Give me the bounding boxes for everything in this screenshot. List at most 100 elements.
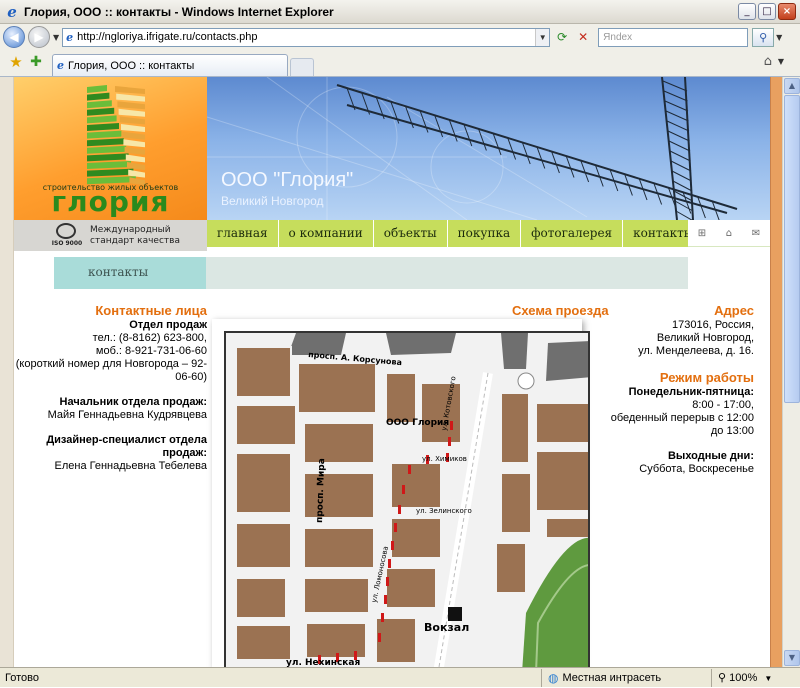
favorites-star-icon[interactable]: ★ [6,52,26,72]
nav-item-about[interactable]: о компании [279,220,374,247]
logo-name: глория [51,185,170,218]
zoom-control[interactable]: ⚲ 100% ▼ [711,668,800,687]
map-label-nehinskaya: ул. Нехинская [286,658,360,667]
map-block [235,452,292,514]
hours-heading: Режим работы [659,370,754,385]
weekdays-time: 8:00 - 17:00, [692,399,754,411]
home-icon[interactable]: ⌂ [726,228,732,239]
address-dropdown-icon[interactable]: ▼ [535,28,550,46]
lunch-break-end: до 13:00 [710,425,754,437]
ie-icon: e [7,2,17,21]
nav-item-purchase[interactable]: покупка [448,220,522,247]
tab-contacts[interactable]: e Глория, ООО :: контакты [52,54,288,76]
vertical-scrollbar[interactable]: ▲ ▼ [782,77,800,667]
scroll-down-icon[interactable]: ▼ [784,650,800,666]
nav-item-home[interactable]: главная [207,220,279,247]
map-block [545,517,588,539]
home-dropdown-icon[interactable]: ▼ [778,57,784,66]
search-icon[interactable]: ⚲ [752,27,775,47]
home-icon[interactable]: ⌂ [764,54,772,69]
add-favorites-icon[interactable]: ✚ [26,52,46,72]
map-label-vokzal: Вокзал [424,621,469,634]
forward-button[interactable]: ▶ [28,26,50,48]
search-dropdown-icon[interactable]: ▼ [776,33,782,42]
logo-stripe [87,100,112,109]
logo-stripe [87,168,134,177]
logo-stripe [119,116,145,125]
map-block-gray [546,341,588,381]
refresh-icon[interactable]: ⟳ [553,28,571,47]
scroll-thumb[interactable] [784,95,800,403]
weekend-title: Выходные дни: [667,450,754,462]
stop-icon[interactable]: ✕ [574,28,592,47]
back-button[interactable]: ◀ [3,26,25,48]
map-block [385,567,437,609]
logo-stripe [87,153,129,162]
map-block-gray [386,333,456,355]
logo-stripe [87,145,127,154]
route-arrow [398,505,401,514]
map-block [303,422,375,464]
company-name: ООО "Глория" [221,169,354,191]
logo-stripe [116,93,145,102]
logo-stripe [87,92,110,101]
map-canvas: просп. А. Корсунова ООО Глория ул. Химик… [224,331,590,667]
logo-stripe [87,107,115,116]
maximize-button[interactable]: □ [758,3,776,20]
sales-short-number: (короткий номер для Новгорода – 92-06-60… [15,358,207,383]
logo-stripe [87,123,119,131]
company-city: Великий Новгород [221,194,324,208]
globe-icon: ◍ [548,670,559,685]
weekdays-title: Понедельник-пятница: [628,386,754,398]
minimize-button[interactable]: _ [738,3,756,20]
route-arrow [381,613,384,622]
map-svg: просп. А. Корсунова ООО Глория ул. Химик… [226,333,588,667]
status-text: Готово [5,671,39,684]
logo-stripe [87,138,124,147]
designer-title: Дизайнер-специалист отдела продаж: [46,434,207,459]
nav-item-gallery[interactable]: фотогалерея [521,220,624,247]
contacts-heading: Контактные лица [95,303,207,318]
head-title: Начальник отдела продаж: [59,396,207,408]
route-arrow [388,559,391,568]
site-logo[interactable]: строительство жилых объектов глория [14,77,207,220]
scroll-up-icon[interactable]: ▲ [784,78,800,94]
logo-stripe [87,161,131,169]
close-button[interactable]: × [778,3,796,20]
nav-item-objects[interactable]: объекты [374,220,448,247]
iso-badge-text: ISO 9000 [51,239,83,247]
iso-block: ISO 9000 Международный стандарт качества [14,220,207,251]
new-tab-button[interactable] [290,58,314,76]
map-label-himikov: ул. Химиков [422,455,467,463]
iso-label-line1: Международный [90,224,171,235]
map-block [303,577,370,614]
map-block [235,577,287,619]
window-title: Глория, ООО :: контакты - Windows Intern… [24,4,334,19]
zoom-level[interactable]: 100% [729,672,757,684]
address-toolbar: ◀ ▶ ▼ e http://ngloriya.ifrigate.ru/cont… [0,24,800,50]
map-block [235,404,297,446]
sitemap-icon[interactable]: ⊞ [698,228,706,239]
logo-stripe [118,108,145,117]
url-text[interactable]: http://ngloriya.ifrigate.ru/contacts.php [77,31,535,43]
address-line3: ул. Менделеева, д. 16. [638,345,754,357]
contacts-column: Контактные лица Отдел продаж тел.: (8-81… [14,303,207,473]
route-arrow [386,577,389,586]
history-dropdown-icon[interactable]: ▼ [53,33,59,42]
tab-label: Глория, ООО :: контакты [68,59,195,72]
mail-icon[interactable]: ✉ [752,228,760,239]
logo-stripe [117,101,145,110]
zoom-dropdown-icon[interactable]: ▼ [764,674,772,683]
lunch-break: обеденный перерыв с 12:00 [610,412,754,424]
page-viewport: строительство жилых объектов глория ISO … [0,77,800,667]
zoom-icon: ⚲ [718,671,730,684]
iso-label-line2: стандарт качества [90,235,180,246]
address-line2: Великий Новгород, [656,332,754,344]
iso-badge-icon: ISO 9000 [48,222,86,249]
address-column: Адрес 173016, Россия, Великий Новгород, … [610,303,754,476]
map-block [390,517,442,559]
map-block [500,392,530,464]
map-label-zelinskogo: ул. Зелинского [416,507,472,515]
address-field[interactable]: e http://ngloriya.ifrigate.ru/contacts.p… [62,27,551,47]
search-input[interactable]: Яndex [598,27,749,47]
